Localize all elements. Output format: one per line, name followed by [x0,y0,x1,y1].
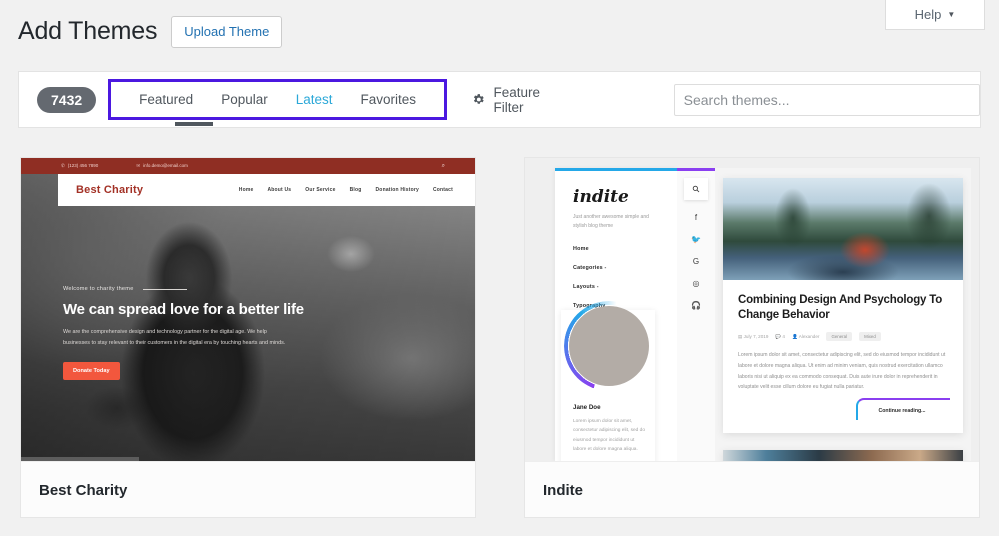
post-tag: General [826,332,852,341]
site-topbar: ✆(123) 456 7890 ✉info.demo@email.com ⌕ [21,158,475,174]
author-bio: Lorem ipsum dolor sit amet, consectetur … [573,417,645,454]
headphones-icon: 🎧 [691,301,701,310]
avatar-ring [564,301,654,391]
author-name: Jane Doe [573,404,601,411]
mail-icon: ✉ [136,163,140,169]
feature-filter-label: Feature Filter [493,85,570,115]
post-comments: 💬 4 [775,334,785,340]
active-tab-underline [175,122,213,126]
nav-item: Blog [350,187,362,193]
theme-card-footer: Indite [525,461,979,518]
nav-item: Categories - [573,265,677,271]
tab-popular[interactable]: Popular [207,82,282,117]
nav-item: About Us [267,187,291,193]
upload-theme-button[interactable]: Upload Theme [171,16,282,48]
nav-item: Layouts - [573,284,677,290]
page-header: Add Themes Upload Theme [18,16,282,48]
theme-card-footer: Best Charity [21,461,475,518]
tab-featured[interactable]: Featured [125,82,207,117]
post-excerpt: Lorem ipsum dolor sit amet, consectetur … [738,350,948,393]
post-author: 👤 Alexander [792,334,819,340]
google-icon: G [693,257,699,266]
nav-item: Home [239,187,254,193]
phone-icon: ✆ [61,163,65,169]
calendar-icon: ▤ [738,334,742,339]
post-featured-image [723,178,963,280]
post-featured-image [723,450,963,461]
page-title: Add Themes [18,17,157,46]
nav-item: Our Service [305,187,335,193]
post-meta: ▤ July 7, 2019 💬 4 👤 Alexander General M… [738,332,963,341]
help-label: Help [915,7,942,22]
hero-paragraph: We are the comprehensive design and tech… [63,327,295,349]
search-icon [684,178,708,200]
blog-post-card: Combining Design And Psychology To Chang… [723,178,963,433]
instagram-icon: ◎ [693,279,700,288]
filter-tabs: Featured Popular Latest Favorites [108,79,447,120]
tab-latest[interactable]: Latest [282,82,347,117]
theme-screenshot: indite Just another awesome simple and s… [525,158,979,461]
theme-filter-bar: 7432 Featured Popular Latest Favorites F… [18,71,981,128]
search-input[interactable] [674,84,980,116]
feature-filter-button[interactable]: Feature Filter [471,85,571,115]
social-icons: f 🐦 G ◎ 🎧 [677,213,715,310]
theme-card-indite[interactable]: indite Just another awesome simple and s… [524,157,980,518]
facebook-icon: f [695,213,697,222]
author-widget: Jane Doe Lorem ipsum dolor sit amet, con… [561,310,655,461]
site-logo: Best Charity [76,184,143,196]
site-tagline: Just another awesome simple and stylish … [573,213,651,230]
blog-post-card-next [723,450,963,461]
continue-reading-button: Continue reading... [856,401,948,421]
hero-heading: We can spread love for a better life [63,300,313,319]
scrollbar [21,457,139,461]
post-date: ▤ July 7, 2019 [738,334,768,340]
search-icon: ⌕ [442,163,445,170]
donate-button: Donate Today [63,362,120,380]
chevron-down-icon: ▼ [947,10,955,19]
user-icon: 👤 [792,334,798,339]
theme-count-badge: 7432 [37,87,96,113]
theme-name: Indite [543,482,583,499]
site-nav: Home About Us Our Service Blog Donation … [239,187,453,193]
email-text: ✉info.demo@email.com [136,163,188,169]
gear-icon [471,92,485,107]
hero-content: Welcome to charity theme We can spread l… [63,286,313,380]
hero-eyebrow: Welcome to charity theme [63,286,313,292]
comment-icon: 💬 [775,334,781,339]
tab-favorites[interactable]: Favorites [347,82,431,117]
theme-name: Best Charity [39,482,127,499]
divider [143,289,187,290]
nav-item: Home [573,246,677,252]
site-nav: Home Categories - Layouts - Typography [573,246,677,309]
site-navbar: Best Charity Home About Us Our Service B… [58,174,475,206]
phone-text: ✆(123) 456 7890 [61,163,98,169]
nav-item: Contact [433,187,453,193]
theme-card-best-charity[interactable]: ✆(123) 456 7890 ✉info.demo@email.com ⌕ B… [20,157,476,518]
help-button[interactable]: Help ▼ [885,0,985,30]
post-title: Combining Design And Psychology To Chang… [738,293,948,323]
nav-item: Donation History [376,187,419,193]
site-logo: indite [573,187,677,207]
twitter-icon: 🐦 [691,235,701,244]
social-rail: f 🐦 G ◎ 🎧 [677,168,715,461]
theme-screenshot: ✆(123) 456 7890 ✉info.demo@email.com ⌕ B… [21,158,475,461]
post-tag: Mixed [859,332,881,341]
